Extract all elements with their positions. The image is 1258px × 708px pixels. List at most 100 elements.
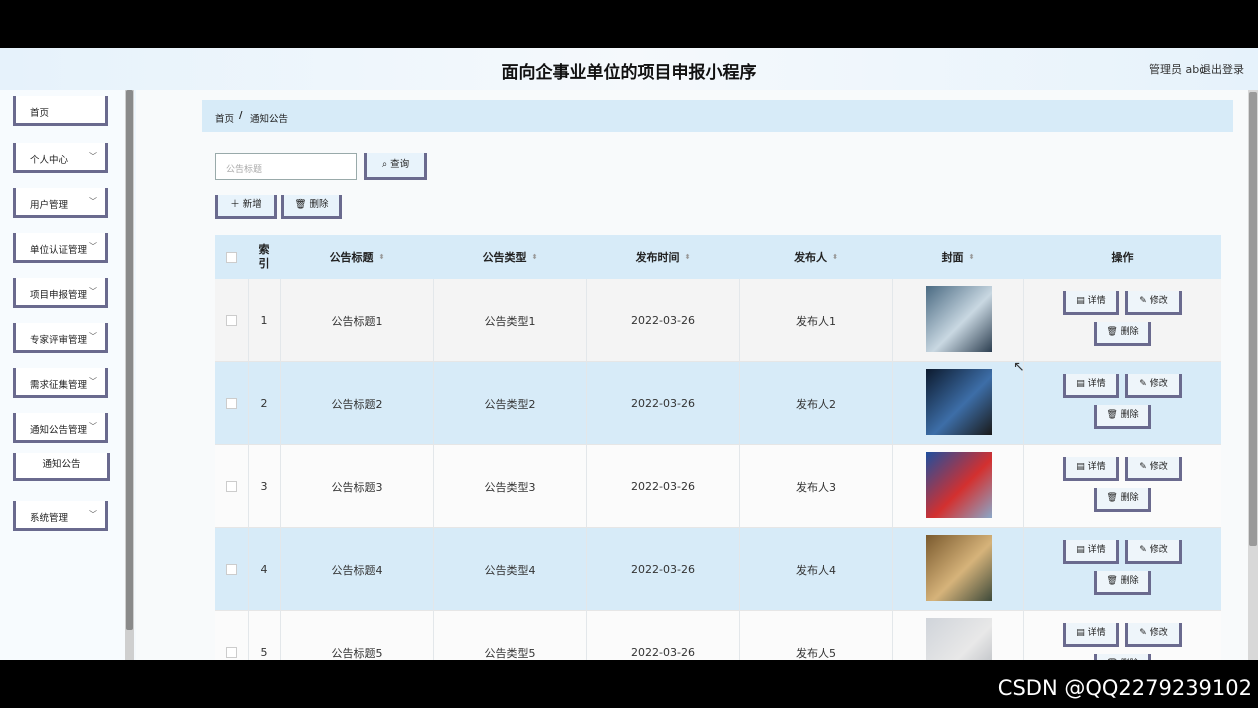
plus-icon: ＋ <box>230 199 240 210</box>
column-divider <box>892 611 893 660</box>
edit-button[interactable]: ✎ 修改 <box>1125 291 1182 315</box>
detail-button-label: 详情 <box>1087 545 1106 555</box>
edit-button-label: 修改 <box>1149 379 1168 389</box>
chevron-down-icon: ﹀ <box>89 332 97 341</box>
delete-button-label: 删除 <box>1120 327 1139 337</box>
delete-button[interactable]: 🗑 删除 <box>1094 322 1151 346</box>
cell-type: 公告类型3 <box>484 480 536 494</box>
edit-button[interactable]: ✎ 修改 <box>1125 623 1182 647</box>
select-all-cell <box>215 235 248 279</box>
trash-icon: 🗑 <box>1106 327 1121 337</box>
detail-button[interactable]: ▤ 详情 <box>1063 374 1119 398</box>
header-index-label: 索引 <box>258 243 270 270</box>
chevron-down-icon: ﹀ <box>89 287 97 296</box>
chevron-down-icon: ﹀ <box>89 197 97 206</box>
search-button[interactable]: ⌕ 查询 <box>364 153 427 180</box>
delete-button[interactable]: 🗑 删除 <box>1094 571 1151 595</box>
watermark: CSDN @QQ2279239102 <box>997 676 1252 700</box>
column-divider <box>1023 279 1024 362</box>
sidebar-item-notice-management[interactable]: 通知公告管理 ﹀ <box>13 413 108 443</box>
search-input[interactable]: 公告标题 <box>215 153 357 180</box>
cell-index: 2 <box>260 397 268 410</box>
column-divider <box>892 279 893 362</box>
cover-image[interactable] <box>926 535 992 601</box>
sidebar-subitem-notice[interactable]: 通知公告 <box>13 453 110 481</box>
cell-publisher: 发布人2 <box>796 397 836 411</box>
header-publisher[interactable]: 发布人 ⬍ <box>740 235 892 279</box>
chevron-down-icon: ﹀ <box>89 422 97 431</box>
cell-type: 公告类型5 <box>484 646 536 660</box>
sidebar-item-personal-center[interactable]: 个人中心 ﹀ <box>13 143 108 173</box>
sidebar-item-user-management[interactable]: 用户管理 ﹀ <box>13 188 108 218</box>
detail-button[interactable]: ▤ 详情 <box>1063 540 1119 564</box>
cover-image[interactable] <box>926 452 992 518</box>
row-select-cell <box>215 279 248 362</box>
table-header: 索引 公告标题 ⬍ 公告类型 ⬍ 发布时间 ⬍ 发布人 ⬍ 封面 ⬍ 操作 <box>215 235 1221 279</box>
content-scrollbar-thumb[interactable] <box>1249 92 1257 546</box>
header-index: 索引 <box>248 235 280 279</box>
edit-button-label: 修改 <box>1149 462 1168 472</box>
detail-button[interactable]: ▤ 详情 <box>1063 623 1119 647</box>
document-icon: ▤ <box>1076 462 1088 472</box>
sidebar-item-label: 专家评审管理 <box>30 335 88 346</box>
sidebar-item-label: 用户管理 <box>30 200 69 211</box>
delete-button[interactable]: 🗑 删除 <box>1094 405 1151 429</box>
table-row: 3 公告标题3 公告类型3 2022-03-26 发布人3 ▤ 详情 ✎ 修改 🗑 删除 <box>215 445 1221 528</box>
row-checkbox[interactable] <box>226 315 237 326</box>
cell-type: 公告类型1 <box>484 314 536 328</box>
trash-icon: 🗑 <box>294 199 307 210</box>
breadcrumb: 首页 / 通知公告 <box>202 100 1233 132</box>
header-publisher-label: 发布人 <box>794 251 828 264</box>
sidebar-item-label: 通知公告 <box>42 459 81 470</box>
sidebar-item-label: 需求征集管理 <box>30 380 88 391</box>
edit-button[interactable]: ✎ 修改 <box>1125 457 1182 481</box>
header-type[interactable]: 公告类型 ⬍ <box>434 235 586 279</box>
edit-button[interactable]: ✎ 修改 <box>1125 374 1182 398</box>
logout-link[interactable]: 退出登录 <box>1200 61 1244 77</box>
row-select-cell <box>215 362 248 445</box>
breadcrumb-home[interactable]: 首页 <box>215 111 234 125</box>
cell-index: 3 <box>260 480 268 493</box>
breadcrumb-separator: / <box>239 110 243 121</box>
header-title[interactable]: 公告标题 ⬍ <box>281 235 433 279</box>
pencil-icon: ✎ <box>1139 379 1150 389</box>
edit-button[interactable]: ✎ 修改 <box>1125 540 1182 564</box>
pencil-icon: ✎ <box>1139 462 1150 472</box>
top-header: 面向企事业单位的项目申报小程序 管理员 abo 退出登录 <box>0 48 1258 90</box>
cover-image[interactable] <box>926 286 992 352</box>
row-checkbox[interactable] <box>226 398 237 409</box>
delete-button[interactable]: 🗑 删除 <box>1094 654 1151 660</box>
document-icon: ▤ <box>1076 545 1088 555</box>
chevron-down-icon: ﹀ <box>89 510 97 519</box>
batch-delete-button[interactable]: 🗑 删除 <box>281 195 342 219</box>
sidebar-scrollbar-thumb[interactable] <box>126 90 133 630</box>
column-divider <box>892 362 893 445</box>
breadcrumb-current: 通知公告 <box>250 114 289 125</box>
search-button-label: 查询 <box>390 159 410 170</box>
sort-icon: ⬍ <box>531 253 538 261</box>
header-cover[interactable]: 封面 ⬍ <box>893 235 1023 279</box>
sidebar-item-label: 单位认证管理 <box>30 245 88 256</box>
row-checkbox[interactable] <box>226 564 237 575</box>
sidebar-item-system-management[interactable]: 系统管理 ﹀ <box>13 501 108 531</box>
row-checkbox[interactable] <box>226 481 237 492</box>
select-all-checkbox[interactable] <box>226 251 237 263</box>
cell-title: 公告标题2 <box>331 397 383 411</box>
sidebar-item-unit-certification[interactable]: 单位认证管理 ﹀ <box>13 233 108 263</box>
delete-button[interactable]: 🗑 删除 <box>1094 488 1151 512</box>
sidebar-item-home[interactable]: 首页 <box>13 96 108 126</box>
header-time[interactable]: 发布时间 ⬍ <box>587 235 739 279</box>
cover-image[interactable] <box>926 618 992 660</box>
detail-button[interactable]: ▤ 详情 <box>1063 457 1119 481</box>
row-checkbox[interactable] <box>226 647 237 658</box>
app-window: 面向企事业单位的项目申报小程序 管理员 abo 退出登录 首页 个人中心 ﹀ 用… <box>0 48 1258 660</box>
detail-button[interactable]: ▤ 详情 <box>1063 291 1119 315</box>
document-icon: ▤ <box>1076 379 1088 389</box>
sidebar-item-expert-review[interactable]: 专家评审管理 ﹀ <box>13 323 108 353</box>
sidebar-item-demand-collection[interactable]: 需求征集管理 ﹀ <box>13 368 108 398</box>
add-button[interactable]: ＋ 新增 <box>215 195 277 219</box>
sidebar-item-label: 首页 <box>30 108 50 119</box>
cover-image[interactable] <box>926 369 992 435</box>
sidebar-item-project-application[interactable]: 项目申报管理 ﹀ <box>13 278 108 308</box>
delete-button-label: 删除 <box>1121 659 1139 660</box>
